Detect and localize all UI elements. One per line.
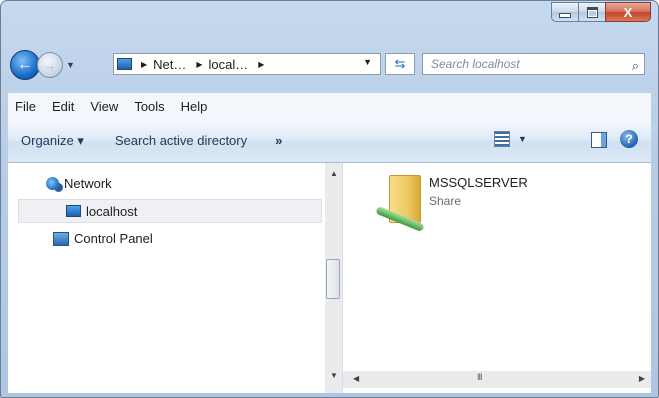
item-type: Share bbox=[429, 194, 462, 208]
help-button[interactable]: ? bbox=[620, 130, 638, 148]
chevron-down-icon: ▼ bbox=[518, 134, 527, 144]
arrow-right-icon: → bbox=[43, 57, 57, 73]
computer-icon bbox=[117, 58, 132, 70]
organize-button[interactable]: Organize ▾ bbox=[21, 133, 84, 149]
tree-item-localhost[interactable]: localhost bbox=[18, 199, 322, 223]
tree-item-control-panel[interactable]: Control Panel bbox=[53, 231, 153, 246]
explorer-window: X ← → ▼ ▶ Net… ▶ local… ▶ ▼ ⇆ Search loc… bbox=[0, 0, 659, 398]
menu-bar: File Edit View Tools Help bbox=[8, 93, 651, 120]
menu-file[interactable]: File bbox=[15, 99, 36, 114]
tree-item-label: Network bbox=[64, 176, 112, 191]
breadcrumb-separator-icon[interactable]: ▶ bbox=[258, 60, 264, 69]
navigation-buttons: ← → ▼ bbox=[10, 50, 75, 80]
computer-icon bbox=[66, 205, 81, 217]
item-name: MSSQLSERVER bbox=[429, 175, 528, 190]
breadcrumb-network[interactable]: Net… bbox=[153, 57, 186, 72]
search-icon[interactable]: ⌕ bbox=[632, 56, 639, 76]
menu-help[interactable]: Help bbox=[181, 99, 208, 114]
tree-item-network[interactable]: Network bbox=[46, 176, 112, 191]
scroll-left-icon[interactable]: ◀ bbox=[353, 374, 359, 383]
command-bar: Organize ▾ Search active directory » ▼ ? bbox=[8, 119, 651, 163]
menu-edit[interactable]: Edit bbox=[52, 99, 74, 114]
search-input[interactable]: Search localhost ⌕ bbox=[422, 53, 645, 75]
tree-item-label: Control Panel bbox=[74, 231, 153, 246]
forward-button[interactable]: → bbox=[37, 52, 63, 78]
navigation-pane-scrollbar[interactable]: ▲ ▼ bbox=[325, 163, 342, 393]
file-list: MSSQLSERVER Share ◀ III ▶ bbox=[343, 163, 651, 393]
list-item[interactable]: MSSQLSERVER Share bbox=[371, 171, 528, 233]
menu-tools[interactable]: Tools bbox=[134, 99, 164, 114]
minimize-button[interactable] bbox=[551, 2, 578, 22]
caption-buttons: X bbox=[551, 2, 651, 23]
breadcrumb-localhost[interactable]: local… bbox=[209, 57, 249, 72]
help-icon: ? bbox=[625, 132, 633, 146]
back-button[interactable]: ← bbox=[10, 50, 40, 80]
breadcrumb-separator-icon[interactable]: ▶ bbox=[196, 60, 202, 69]
change-view-button[interactable]: ▼ bbox=[494, 131, 527, 147]
file-list-scrollbar[interactable]: ◀ III ▶ bbox=[343, 371, 651, 388]
minimize-icon bbox=[559, 12, 571, 18]
close-button[interactable]: X bbox=[605, 2, 651, 22]
tree-item-label: localhost bbox=[86, 203, 138, 219]
maximize-icon bbox=[586, 6, 598, 18]
control-panel-icon bbox=[53, 231, 69, 246]
menu-view[interactable]: View bbox=[90, 99, 118, 114]
address-bar[interactable]: ▶ Net… ▶ local… ▶ ▼ bbox=[113, 53, 381, 75]
preview-pane-button[interactable] bbox=[591, 132, 607, 148]
network-icon bbox=[46, 177, 59, 190]
breadcrumb-separator-icon[interactable]: ▶ bbox=[141, 60, 147, 69]
shared-folder-icon bbox=[371, 171, 427, 233]
recent-pages-dropdown-icon[interactable]: ▼ bbox=[66, 60, 75, 70]
refresh-button[interactable]: ⇆ bbox=[385, 53, 415, 75]
scroll-right-icon[interactable]: ▶ bbox=[639, 374, 645, 383]
more-commands-button[interactable]: » bbox=[275, 133, 282, 148]
arrow-left-icon: ← bbox=[17, 56, 33, 73]
scroll-down-icon[interactable]: ▼ bbox=[330, 371, 338, 380]
navigation-pane: Network localhost Control Panel ▲ ▼ bbox=[8, 163, 343, 393]
view-details-icon bbox=[494, 131, 510, 147]
scroll-up-icon[interactable]: ▲ bbox=[330, 169, 338, 178]
search-active-directory-button[interactable]: Search active directory bbox=[115, 133, 247, 148]
address-dropdown-icon[interactable]: ▼ bbox=[363, 57, 372, 67]
scrollbar-grip[interactable]: III bbox=[477, 372, 482, 382]
refresh-icon: ⇆ bbox=[394, 56, 406, 71]
maximize-button[interactable] bbox=[578, 2, 605, 22]
search-placeholder: Search localhost bbox=[431, 57, 520, 71]
scrollbar-thumb[interactable] bbox=[326, 259, 340, 299]
close-icon: X bbox=[623, 4, 633, 20]
